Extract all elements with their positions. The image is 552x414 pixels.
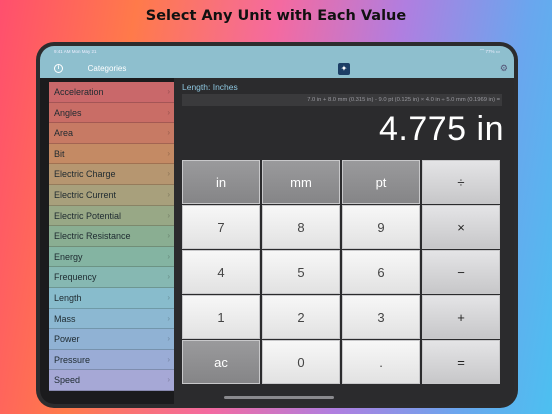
sidebar-item-label: Power [54,334,80,345]
sidebar: i Categories Acceleration › Angles › Area › Bi… [40,46,174,404]
key-minus-button[interactable]: − [422,250,500,294]
chevron-right-icon: › [167,292,170,302]
chevron-right-icon: › [167,87,170,96]
sidebar-item-frequency[interactable]: Frequency › [49,267,174,288]
key-multiply-button[interactable]: × [422,205,500,249]
sidebar-item-power[interactable]: Power › [49,329,174,350]
app-logo-icon: ✦ [338,63,350,75]
chevron-right-icon: › [167,169,170,179]
category-list: Acceleration › Angles › Area › Bit › Electric Ch… [49,82,174,391]
chevron-right-icon: › [167,375,170,385]
key-6-button[interactable]: 6 [342,250,420,294]
key-all-clear-button[interactable]: ac [182,340,260,384]
expression-display: 7.0 in + 8.0 mm (0.315 in) - 9.0 pt (0.1… [182,94,502,106]
sidebar-item-label: Pressure [54,354,91,365]
app-screen: i Categories Acceleration › Angles › Area › Bi… [40,46,514,404]
key-3-button[interactable]: 3 [342,295,420,339]
key-in-button[interactable]: in [182,160,260,204]
sidebar-item-speed[interactable]: Speed › [49,370,174,391]
key-7-button[interactable]: 7 [182,205,260,249]
sidebar-item-bit[interactable]: Bit › [49,143,174,165]
tablet-frame: i Categories Acceleration › Angles › Area › Bi… [36,42,518,408]
sidebar-item-label: Energy [54,251,83,262]
sidebar-item-energy[interactable]: Energy › [49,246,174,268]
key-decimal-button[interactable]: . [342,340,420,384]
sidebar-item-electric-resistance[interactable]: Electric Resistance › [49,226,174,247]
home-indicator[interactable] [224,396,334,399]
sidebar-item-label: Speed [54,375,81,386]
chevron-right-icon: › [167,189,170,199]
key-0-button[interactable]: 0 [262,340,340,384]
sidebar-item-label: Electric Potential [54,210,122,221]
chevron-right-icon: › [167,210,170,220]
sidebar-item-label: Area [54,128,74,139]
sidebar-item-label: Bit [54,148,65,159]
status-bar: 9:41 AM Mon May 21 ⌒ 77% ▭ [40,46,514,56]
chevron-right-icon: › [167,354,170,364]
calculator-panel: ✦ ⚙ Length: Inches 7.0 in + 8.0 mm (0.31… [174,46,514,404]
sidebar-item-label: Electric Resistance [54,231,131,242]
sidebar-item-area[interactable]: Area › [49,123,174,144]
key-1-button[interactable]: 1 [182,295,260,339]
key-2-button[interactable]: 2 [262,295,340,339]
chevron-right-icon: › [167,128,170,138]
chevron-right-icon: › [167,251,170,261]
sidebar-item-label: Angles [54,107,82,118]
sidebar-item-length[interactable]: Length › [49,287,174,309]
sidebar-item-pressure[interactable]: Pressure › [49,349,174,371]
chevron-right-icon: › [167,231,170,241]
sidebar-item-angles[interactable]: Angles › [49,102,174,124]
chevron-right-icon: › [167,334,170,344]
sidebar-item-mass[interactable]: Mass › [49,308,174,330]
chevron-right-icon: › [167,107,170,117]
headline: Select Any Unit with Each Value [145,8,407,24]
chevron-right-icon: › [167,148,170,158]
sidebar-item-label: Acceleration [54,87,104,97]
result-display: 4.775 in [379,110,504,148]
sidebar-item-label: Electric Current [54,189,117,200]
sidebar-item-label: Frequency [54,272,97,283]
sidebar-item-electric-current[interactable]: Electric Current › [49,184,174,206]
key-5-button[interactable]: 5 [262,250,340,294]
gear-icon[interactable]: ⚙ [500,63,508,74]
key-equals-button[interactable]: = [422,340,500,384]
status-time: 9:41 AM Mon May 21 [54,49,97,54]
chevron-right-icon: › [167,313,170,323]
key-pt-button[interactable]: pt [342,160,420,204]
sidebar-item-label: Length [54,292,82,303]
key-divide-button[interactable]: ÷ [422,160,500,204]
key-4-button[interactable]: 4 [182,250,260,294]
key-plus-button[interactable]: + [422,295,500,339]
chevron-right-icon: › [167,272,170,282]
status-indicators: ⌒ 77% ▭ [479,49,500,54]
sidebar-item-acceleration[interactable]: Acceleration › [49,82,174,103]
unit-label: Length: Inches [182,82,238,92]
sidebar-item-electric-charge[interactable]: Electric Charge › [49,164,174,185]
sidebar-title: Categories [87,64,127,73]
sidebar-item-label: Electric Charge [54,169,116,180]
key-8-button[interactable]: 8 [262,205,340,249]
sidebar-item-label: Mass [54,313,76,324]
sidebar-item-electric-potential[interactable]: Electric Potential › [49,205,174,227]
key-9-button[interactable]: 9 [342,205,420,249]
key-mm-button[interactable]: mm [262,160,340,204]
